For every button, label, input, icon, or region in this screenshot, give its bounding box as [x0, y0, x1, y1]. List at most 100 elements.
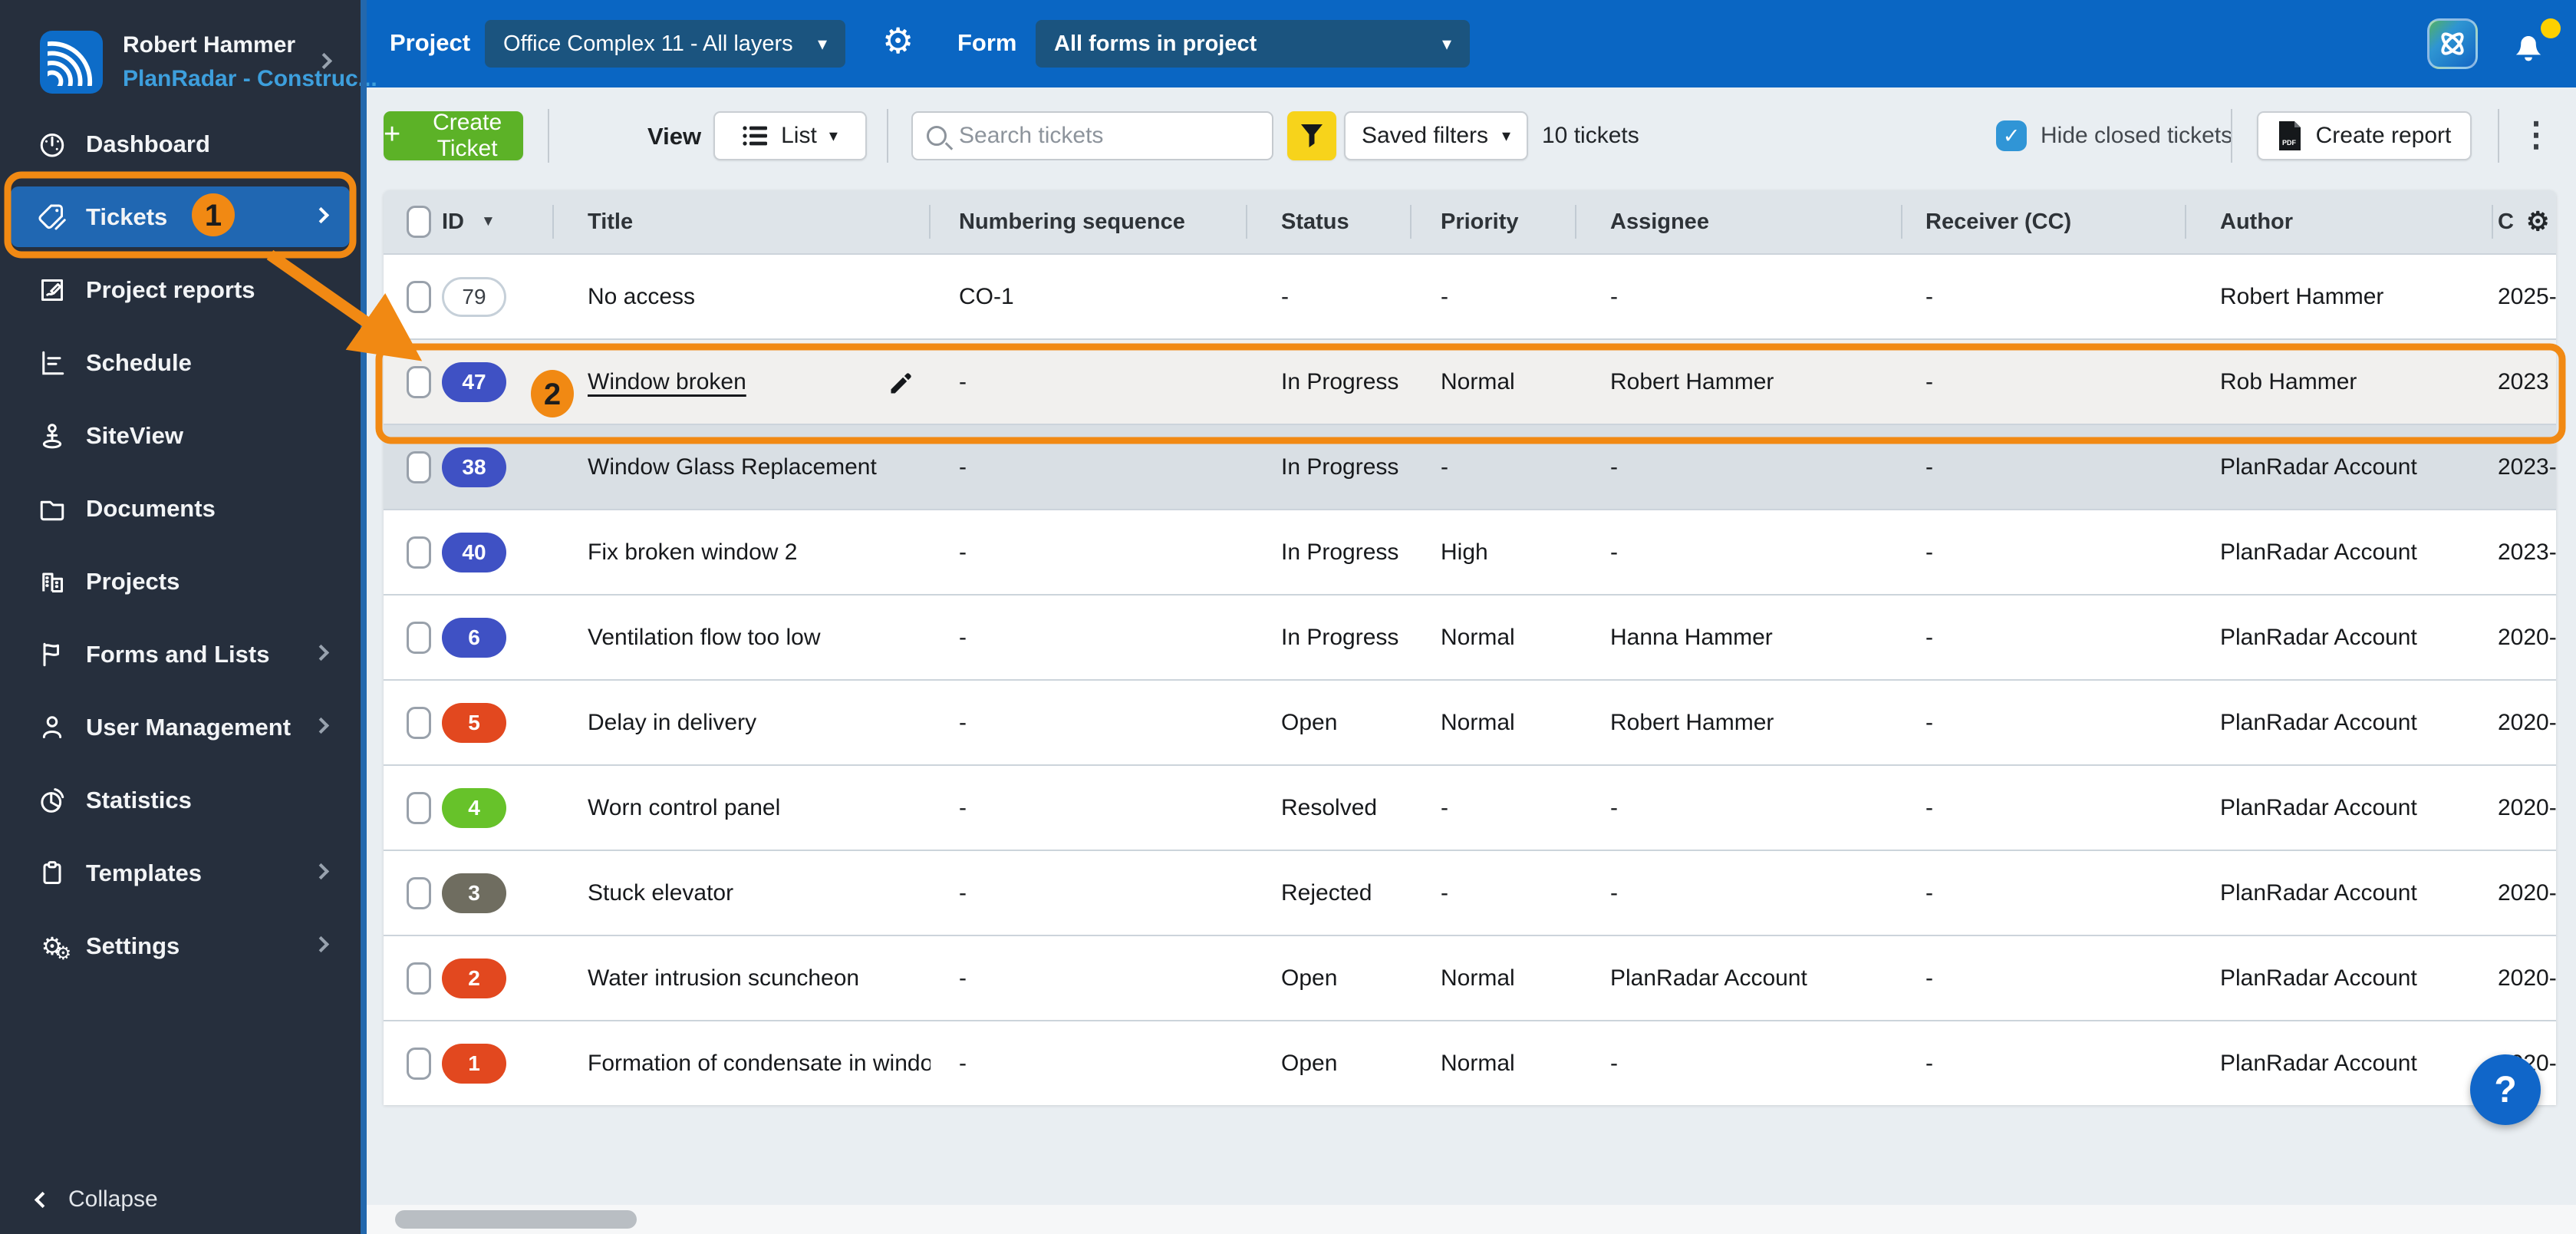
- sidebar-item-settings[interactable]: ⚙ ⚙ Settings: [0, 909, 361, 982]
- table-row[interactable]: 38 Window Glass Replacement - In Progress - -…: [384, 424, 2556, 509]
- table-row[interactable]: 4 Worn control panel - Resolved - - - PlanRadar…: [384, 764, 2556, 850]
- form-dropdown[interactable]: All forms in project ▾: [1036, 20, 1470, 68]
- created-cell: 2020-: [2498, 794, 2556, 820]
- ticket-title[interactable]: No access: [588, 284, 695, 310]
- view-mode-dropdown[interactable]: List ▾: [713, 111, 867, 160]
- planradar-connect-icon[interactable]: [2427, 18, 2478, 69]
- ticket-title[interactable]: Window broken: [588, 369, 746, 395]
- row-checkbox[interactable]: [407, 365, 431, 398]
- numbering-cell: -: [959, 709, 967, 735]
- search-input[interactable]: [959, 123, 1258, 149]
- create-report-button[interactable]: PDF Create report: [2257, 111, 2472, 160]
- status-cell: In Progress: [1281, 539, 1399, 565]
- author-cell: PlanRadar Account: [2220, 539, 2417, 565]
- tickets-table: ID ▼ Title Numbering sequence Status Pri…: [384, 190, 2556, 1105]
- collapse-button[interactable]: Collapse: [34, 1186, 158, 1213]
- ticket-id-badge: 4: [442, 787, 506, 828]
- sidebar-item-tickets[interactable]: Tickets: [0, 180, 361, 253]
- forms-flag-icon: [37, 639, 68, 670]
- table-row[interactable]: 1 Formation of condensate in window - Open N…: [384, 1020, 2556, 1105]
- table-row[interactable]: 47 Window broken - In Progress Normal Robert …: [384, 338, 2556, 424]
- row-checkbox[interactable]: [407, 706, 431, 739]
- create-ticket-button[interactable]: + Create Ticket: [384, 110, 523, 161]
- account-switcher[interactable]: Robert Hammer PlanRadar - Construc...: [0, 0, 377, 107]
- sidebar-item-statistics[interactable]: Statistics: [0, 764, 361, 836]
- receiver-cell: -: [1925, 368, 1933, 394]
- ticket-count: 10 tickets: [1542, 123, 1639, 148]
- receiver-cell: -: [1925, 709, 1933, 735]
- created-cell: 2020-: [2498, 709, 2556, 735]
- row-checkbox[interactable]: [407, 962, 431, 995]
- user-icon: [37, 712, 68, 743]
- ticket-title[interactable]: Ventilation flow too low: [588, 625, 821, 651]
- author-cell: PlanRadar Account: [2220, 454, 2417, 480]
- row-checkbox[interactable]: [407, 1047, 431, 1080]
- column-header-priority[interactable]: Priority: [1412, 190, 1576, 253]
- saved-filters-dropdown[interactable]: Saved filters ▾: [1344, 111, 1528, 160]
- row-checkbox[interactable]: [407, 791, 431, 824]
- ticket-title[interactable]: Delay in delivery: [588, 710, 756, 736]
- ticket-id-badge: 40: [442, 532, 506, 572]
- hide-closed-label[interactable]: Hide closed tickets: [2041, 123, 2232, 149]
- row-checkbox[interactable]: [407, 876, 431, 909]
- table-row[interactable]: 5 Delay in delivery - Open Normal Robert Hamm…: [384, 679, 2556, 764]
- project-dropdown[interactable]: Office Complex 11 - All layers ▾: [485, 20, 845, 68]
- column-header-assignee[interactable]: Assignee: [1576, 190, 1902, 253]
- filter-button[interactable]: [1287, 111, 1336, 160]
- ticket-title[interactable]: Stuck elevator: [588, 880, 733, 906]
- sidebar-item-user-management[interactable]: User Management: [0, 691, 361, 764]
- sidebar-item-siteview[interactable]: SiteView: [0, 399, 361, 472]
- planradar-logo-icon: [40, 31, 103, 94]
- row-checkbox[interactable]: [407, 621, 431, 654]
- sidebar-item-dashboard[interactable]: Dashboard: [0, 107, 361, 180]
- priority-cell: Normal: [1441, 965, 1515, 991]
- ticket-title[interactable]: Formation of condensate in window: [588, 1051, 931, 1077]
- column-header-id[interactable]: ID ▼: [431, 190, 554, 253]
- project-settings-gear-icon[interactable]: ⚙: [882, 23, 914, 58]
- table-row[interactable]: 3 Stuck elevator - Rejected - - - PlanRadar Acc…: [384, 850, 2556, 935]
- funnel-icon: [1301, 124, 1323, 147]
- scrollbar-thumb[interactable]: [395, 1210, 637, 1229]
- sidebar-item-project-reports[interactable]: Project reports: [0, 253, 361, 326]
- horizontal-scrollbar[interactable]: [367, 1205, 2576, 1234]
- sidebar-item-projects[interactable]: Projects: [0, 545, 361, 618]
- ticket-title[interactable]: Worn control panel: [588, 795, 780, 821]
- ticket-title[interactable]: Fix broken window 2: [588, 539, 797, 566]
- edit-pencil-icon[interactable]: [888, 369, 915, 397]
- author-cell: PlanRadar Account: [2220, 1050, 2417, 1076]
- ticket-id-badge: 6: [442, 617, 506, 658]
- user-name: Robert Hammer: [123, 32, 296, 58]
- sidebar-item-templates[interactable]: Templates: [0, 836, 361, 909]
- column-header-author[interactable]: Author: [2186, 190, 2493, 253]
- ticket-title[interactable]: Water intrusion scuncheon: [588, 965, 859, 991]
- column-settings-gear-icon[interactable]: ⚙: [2526, 206, 2549, 237]
- ticket-id-badge: 5: [442, 702, 506, 743]
- status-cell: Rejected: [1281, 879, 1372, 906]
- sidebar-item-forms-and-lists[interactable]: Forms and Lists: [0, 618, 361, 691]
- topbar: Project Office Complex 11 - All layers ▾…: [367, 0, 2576, 87]
- column-header-created[interactable]: C ⚙: [2493, 190, 2556, 253]
- column-header-receiver[interactable]: Receiver (CC): [1902, 190, 2186, 253]
- column-header-numbering[interactable]: Numbering sequence: [931, 190, 1247, 253]
- projects-buildings-icon: [37, 566, 68, 597]
- ticket-title[interactable]: Window Glass Replacement: [588, 454, 877, 480]
- column-header-title[interactable]: Title: [554, 190, 931, 253]
- priority-cell: Normal: [1441, 368, 1515, 394]
- column-header-status[interactable]: Status: [1247, 190, 1412, 253]
- select-all-checkbox[interactable]: [407, 206, 431, 238]
- row-checkbox[interactable]: [407, 450, 431, 483]
- more-options-kebab-icon[interactable]: ⋮: [2519, 115, 2553, 154]
- sidebar-item-schedule[interactable]: Schedule: [0, 326, 361, 399]
- hide-closed-checkbox[interactable]: ✓: [1996, 120, 2027, 151]
- help-button[interactable]: ?: [2470, 1054, 2541, 1125]
- table-row[interactable]: 40 Fix broken window 2 - In Progress High - - P…: [384, 509, 2556, 594]
- assignee-cell: -: [1610, 454, 1618, 480]
- row-checkbox[interactable]: [407, 536, 431, 569]
- row-checkbox[interactable]: [407, 280, 431, 313]
- numbering-cell: -: [959, 624, 967, 650]
- table-row[interactable]: 6 Ventilation flow too low - In Progress Nor…: [384, 594, 2556, 679]
- sidebar-item-documents[interactable]: Documents: [0, 472, 361, 545]
- table-row[interactable]: 2 Water intrusion scuncheon - Open Normal Pla…: [384, 935, 2556, 1020]
- table-row[interactable]: 79 No access CO-1 - - - - Robert Hammer 2025-: [384, 253, 2556, 338]
- status-cell: In Progress: [1281, 624, 1399, 650]
